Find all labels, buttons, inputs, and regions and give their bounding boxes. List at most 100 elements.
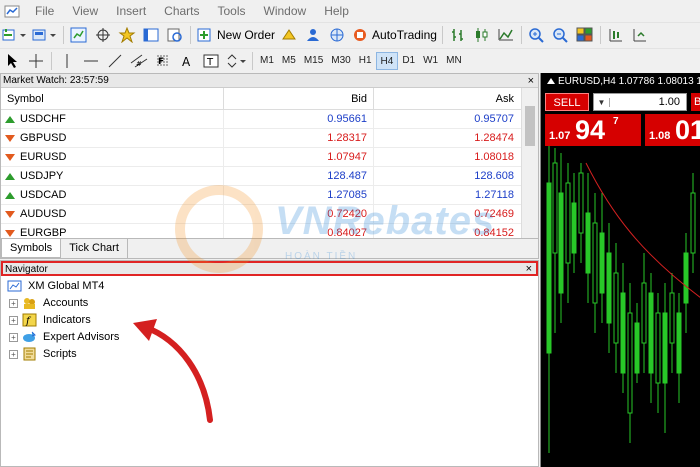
text-button[interactable]: A: [177, 51, 197, 71]
timeframe-m1[interactable]: M1: [256, 52, 278, 70]
market-watch-toggle[interactable]: [69, 25, 89, 45]
chart-shift-button[interactable]: [606, 25, 626, 45]
column-ask[interactable]: Ask: [374, 88, 520, 109]
navigator-toggle[interactable]: [117, 25, 137, 45]
arrows-button[interactable]: [225, 51, 247, 71]
table-row[interactable]: GBPUSD 1.28317 1.28474: [1, 129, 538, 148]
menu-insert[interactable]: Insert: [107, 0, 155, 22]
metaeditor-button[interactable]: [279, 25, 299, 45]
zoom-in-button[interactable]: [527, 25, 547, 45]
timeframe-w1[interactable]: W1: [419, 52, 442, 70]
new-chart-icon: [2, 28, 26, 40]
lot-size-field[interactable]: ▼ 1.00: [593, 93, 687, 111]
autotrading-button[interactable]: AutoTrading: [351, 25, 437, 45]
menu-file[interactable]: File: [26, 0, 63, 22]
menu-tools[interactable]: Tools: [209, 0, 255, 22]
zoom-in-icon: [529, 27, 544, 43]
text-label-icon: T: [203, 54, 219, 68]
watermark-brand: VNRebates: [275, 199, 496, 243]
market-globe-icon: [330, 28, 344, 41]
vertical-line-button[interactable]: [57, 51, 77, 71]
horizontal-line-button[interactable]: [81, 51, 101, 71]
nav-item-scripts[interactable]: + Scripts: [9, 346, 77, 362]
ask-cell: 1.28474: [474, 132, 514, 144]
signals-button[interactable]: [303, 25, 323, 45]
svg-text:F: F: [158, 57, 164, 67]
new-chart-button[interactable]: [2, 25, 28, 45]
nav-item-label: Scripts: [43, 348, 77, 360]
crosshair-button[interactable]: [26, 51, 46, 71]
watermark-circle: [175, 185, 263, 273]
fibonacci-button[interactable]: F: [153, 51, 173, 71]
symbol-name: USDCHF: [20, 112, 66, 125]
scrollbar-thumb[interactable]: [525, 106, 535, 146]
strategy-tester-toggle[interactable]: [165, 25, 185, 45]
sell-price-pip: 7: [613, 116, 619, 127]
cursor-arrow-icon: [8, 53, 17, 68]
terminal-toggle[interactable]: [141, 25, 161, 45]
table-row[interactable]: USDCHF 0.95661 0.95707: [1, 110, 538, 129]
timeframe-m15[interactable]: M15: [300, 52, 327, 70]
equidistant-channel-button[interactable]: #: [129, 51, 149, 71]
menu-view[interactable]: View: [63, 0, 107, 22]
chevron-down-icon[interactable]: ▼: [594, 97, 610, 107]
text-label-button[interactable]: T: [201, 51, 221, 71]
expand-icon[interactable]: +: [9, 332, 18, 342]
expand-icon[interactable]: +: [9, 298, 18, 308]
nav-item-label: Accounts: [43, 297, 89, 309]
sell-button[interactable]: SELL: [545, 93, 589, 111]
down-arrow-icon: [5, 229, 15, 237]
sell-price-main: 94: [575, 115, 606, 145]
nav-item-indicators[interactable]: + f Indicators: [9, 312, 91, 328]
nav-root[interactable]: XM Global MT4: [7, 278, 104, 294]
crosshair-data-icon: [96, 27, 110, 42]
line-chart-button[interactable]: [496, 25, 516, 45]
expand-icon[interactable]: +: [9, 349, 18, 359]
tab-symbols[interactable]: Symbols: [1, 239, 62, 258]
menu-window[interactable]: Window: [255, 0, 316, 22]
timeframe-h4[interactable]: H4: [375, 51, 399, 70]
tab-tick-chart[interactable]: Tick Chart: [61, 239, 128, 258]
chart-shift-icon: [609, 28, 622, 41]
timeframe-d1[interactable]: D1: [398, 52, 419, 70]
up-arrow-icon: [5, 191, 15, 199]
tile-windows-icon: [576, 27, 593, 41]
column-symbol[interactable]: Symbol: [1, 88, 224, 109]
text-a-icon: A: [182, 55, 191, 69]
trendline-button[interactable]: [105, 51, 125, 71]
candlestick-button[interactable]: [472, 25, 492, 45]
symbol-name: USDCAD: [20, 188, 67, 201]
zoom-out-button[interactable]: [551, 25, 571, 45]
scripts-icon: [23, 347, 36, 361]
menu-help[interactable]: Help: [315, 0, 358, 22]
zoom-out-icon: [553, 27, 568, 43]
column-bid[interactable]: Bid: [224, 88, 374, 109]
autoscroll-button[interactable]: [630, 25, 650, 45]
toolbar-separator: [63, 25, 64, 44]
buy-button[interactable]: B: [691, 93, 700, 111]
data-window-toggle[interactable]: [93, 25, 113, 45]
tile-windows-button[interactable]: [575, 25, 595, 45]
timeframe-mn[interactable]: MN: [442, 52, 466, 70]
terminal-icon: [143, 28, 159, 41]
expand-icon[interactable]: +: [9, 315, 18, 325]
timeframe-m30[interactable]: M30: [327, 52, 354, 70]
nav-item-expert-advisors[interactable]: + Expert Advisors: [9, 329, 119, 345]
new-order-button[interactable]: New Order: [196, 25, 275, 45]
profiles-button[interactable]: [32, 25, 58, 45]
bar-chart-button[interactable]: [448, 25, 468, 45]
bid-cell: 1.07947: [224, 148, 374, 166]
table-row[interactable]: EURUSD 1.07947 1.08018: [1, 148, 538, 167]
sell-price-box[interactable]: 1.07 94 7: [545, 114, 641, 146]
nav-item-accounts[interactable]: + Accounts: [9, 295, 88, 311]
timeframe-m5[interactable]: M5: [278, 52, 300, 70]
menu-charts[interactable]: Charts: [155, 0, 208, 22]
market-button[interactable]: [327, 25, 347, 45]
buy-price-main: 01: [675, 115, 700, 145]
chart-window[interactable]: EURUSD,H4 1.07786 1.08013 1.077 SELL ▼ 1…: [540, 73, 700, 467]
buy-price-box[interactable]: 1.08 01: [645, 114, 700, 146]
table-row[interactable]: USDJPY 128.487 128.608: [1, 167, 538, 186]
cursor-button[interactable]: [2, 51, 22, 71]
close-icon[interactable]: ×: [528, 74, 534, 88]
timeframe-h1[interactable]: H1: [355, 52, 376, 70]
